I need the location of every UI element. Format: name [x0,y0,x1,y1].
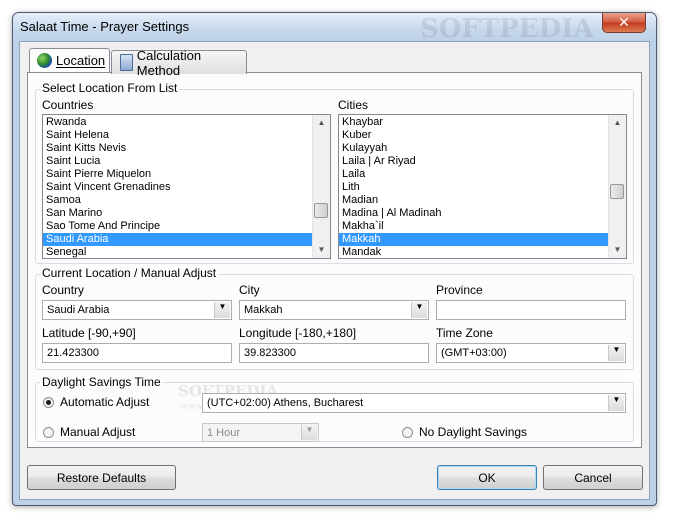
list-item[interactable]: Madina | Al Madinah [339,207,608,220]
country-label: Country [42,283,85,297]
longitude-label: Longitude [-180,+180] [239,326,357,340]
country-value: Saudi Arabia [47,304,110,316]
ok-button[interactable]: OK [437,465,537,490]
close-button[interactable]: ✕ [602,13,646,33]
scroll-up-icon[interactable]: ▲ [609,115,626,131]
latitude-label: Latitude [-90,+90] [42,326,136,340]
list-item[interactable]: Makkah [339,233,608,246]
list-item[interactable]: Laila [339,168,608,181]
watermark-title: SOFTPEDIA [420,14,594,44]
list-item[interactable]: Saint Pierre Miquelon [43,168,312,181]
manual-adjust-select[interactable]: 1 Hour ▼ [202,423,319,442]
cities-scroll-thumb[interactable] [610,184,624,199]
calculator-icon [120,54,133,71]
countries-label: Countries [42,98,94,112]
list-item[interactable]: Lith [339,181,608,194]
list-item[interactable]: Saint Kitts Nevis [43,142,312,155]
close-icon: ✕ [618,14,630,30]
longitude-input[interactable]: 39.823300 [239,343,429,363]
tab-location[interactable]: Location [29,48,110,72]
ok-label: OK [478,470,496,485]
restore-defaults-label: Restore Defaults [56,470,147,485]
city-value: Makkah [244,304,283,316]
countries-listbox[interactable]: Rwanda Saint Helena Saint Kitts Nevis Saint… [42,114,331,259]
chevron-down-icon[interactable]: ▼ [411,302,427,318]
scroll-up-icon[interactable]: ▲ [313,115,330,131]
list-item[interactable]: San Marino [43,207,312,220]
list-item[interactable]: Samoa [43,194,312,207]
scroll-down-icon[interactable]: ▼ [313,242,330,258]
cancel-label: Cancel [574,470,612,485]
globe-icon [37,53,52,68]
list-item[interactable]: Kulayyah [339,142,608,155]
list-item[interactable]: Sao Tome And Principe [43,220,312,233]
list-item[interactable]: Mandak [339,246,608,258]
timezone-select[interactable]: (GMT+03:00) ▼ [436,343,626,363]
no-daylight-savings-radio[interactable] [402,427,413,438]
tab-location-label: Location [56,53,106,68]
list-item[interactable]: Kuber [339,129,608,142]
list-item[interactable]: Rwanda [43,116,312,129]
list-item[interactable]: Saint Lucia [43,155,312,168]
longitude-value: 39.823300 [244,347,296,359]
chevron-down-icon[interactable]: ▼ [214,302,230,318]
timezone-label: Time Zone [436,326,493,340]
tab-calculation-method[interactable]: Calculation Method [111,48,247,78]
city-label: City [239,283,260,297]
country-select[interactable]: Saudi Arabia ▼ [42,300,232,320]
city-select[interactable]: Makkah ▼ [239,300,429,320]
timezone-value: (GMT+03:00) [441,347,507,359]
scroll-down-icon[interactable]: ▼ [609,242,626,258]
manual-adjust-value: 1 Hour [207,427,241,439]
no-daylight-savings-label[interactable]: No Daylight Savings [419,425,527,439]
chevron-down-icon[interactable]: ▼ [608,395,624,411]
list-item[interactable]: Madian [339,194,608,207]
tab-calculation-method-label: Calculation Method [136,47,202,78]
chevron-down-icon[interactable]: ▼ [608,345,624,361]
automatic-adjust-value: (UTC+02:00) Athens, Bucharest [207,397,364,409]
daylight-title: Daylight Savings Time [40,375,163,389]
cities-label: Cities [338,98,369,112]
list-item[interactable]: Makha`il [339,220,608,233]
cancel-button[interactable]: Cancel [543,465,643,490]
restore-defaults-button[interactable]: Restore Defaults [27,465,176,490]
manual-adjust-radio[interactable] [43,427,54,438]
latitude-input[interactable]: 21.423300 [42,343,232,363]
current-location-title: Current Location / Manual Adjust [40,266,219,280]
list-item[interactable]: Saint Helena [43,129,312,142]
chevron-down-icon[interactable]: ▼ [301,425,317,440]
list-item[interactable]: Saint Vincent Grenadines [43,181,312,194]
manual-adjust-label[interactable]: Manual Adjust [60,425,135,439]
automatic-adjust-label[interactable]: Automatic Adjust [60,395,149,409]
list-item[interactable]: Laila | Ar Riyad [339,155,608,168]
automatic-adjust-radio[interactable] [43,397,54,408]
countries-scroll-thumb[interactable] [314,203,328,218]
cities-scrollbar[interactable]: ▲ ▼ [608,115,626,258]
list-item[interactable]: Senegal [43,246,312,258]
automatic-adjust-select[interactable]: (UTC+02:00) Athens, Bucharest ▼ [202,393,626,413]
province-input[interactable] [436,300,626,320]
select-location-title: Select Location From List [40,81,180,95]
cities-listbox[interactable]: Khaybar Kuber Kulayyah Laila | Ar Riyad Lail… [338,114,627,259]
latitude-value: 21.423300 [47,347,99,359]
list-item[interactable]: Khaybar [339,116,608,129]
window-title: Salaat Time - Prayer Settings [20,19,190,34]
countries-scrollbar[interactable]: ▲ ▼ [312,115,330,258]
list-item[interactable]: Saudi Arabia [43,233,312,246]
province-label: Province [436,283,483,297]
